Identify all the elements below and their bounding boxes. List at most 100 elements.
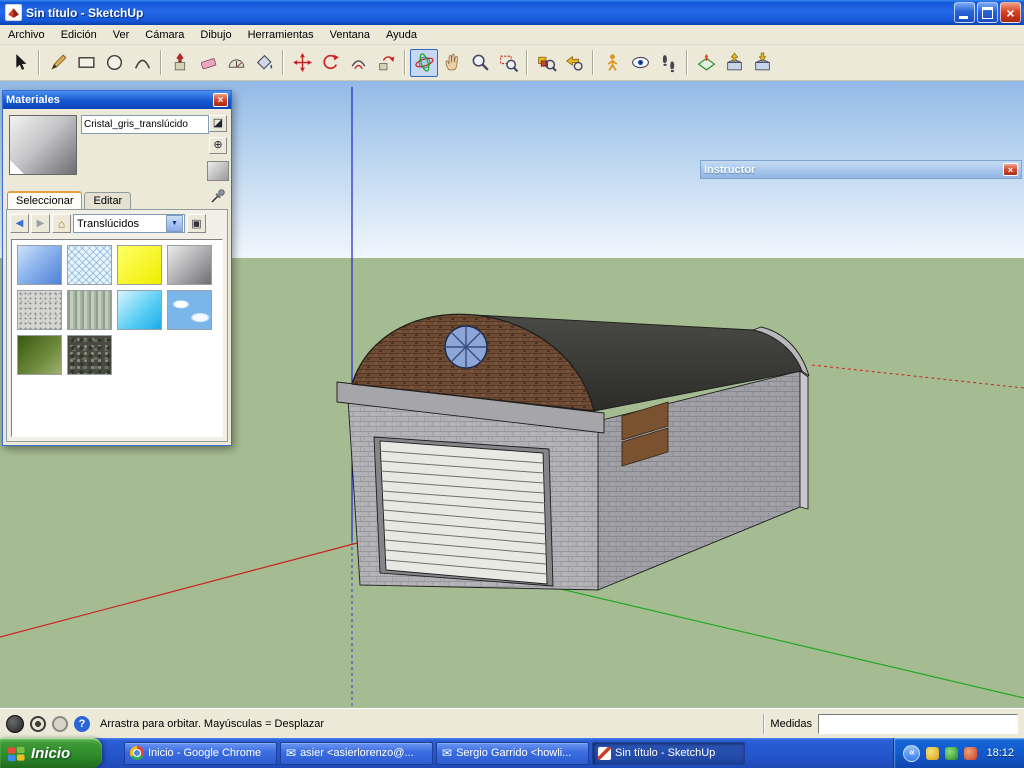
default-material-swatch[interactable] bbox=[207, 161, 229, 181]
push-pull-tool-button[interactable] bbox=[166, 49, 194, 77]
protractor-icon bbox=[226, 52, 247, 73]
section-plane-tool-button[interactable] bbox=[692, 49, 720, 77]
material-swatch-camo-mosaic[interactable] bbox=[67, 335, 112, 375]
hide-icons-chevron[interactable]: « bbox=[903, 745, 920, 762]
menu-dibujo[interactable]: Dibujo bbox=[192, 26, 239, 44]
orbit-icon bbox=[414, 52, 435, 73]
select-icon bbox=[10, 52, 31, 73]
arc-tool-button[interactable] bbox=[128, 49, 156, 77]
taskbar-tasks: Inicio - Google Chrome ✉ asier <asierlor… bbox=[124, 742, 745, 765]
material-swatch-sky-clouds[interactable] bbox=[167, 290, 212, 330]
paint-bucket-tool-button[interactable] bbox=[250, 49, 278, 77]
walk-tool-button[interactable] bbox=[654, 49, 682, 77]
eyedropper-button[interactable] bbox=[209, 187, 227, 207]
material-swatch-translucent-yellow[interactable] bbox=[117, 245, 162, 285]
measurements-box[interactable] bbox=[818, 714, 1018, 734]
materials-navrow: ◀ ▶ ⌂ Translúcidos ▼ ▣ bbox=[10, 214, 206, 233]
instructor-panel[interactable]: Instructor × bbox=[700, 160, 1022, 179]
taskbar-item-chrome[interactable]: Inicio - Google Chrome bbox=[124, 742, 277, 765]
materials-titlebar[interactable]: Materiales × bbox=[3, 91, 231, 109]
collection-dropdown[interactable]: Translúcidos ▼ bbox=[73, 214, 185, 233]
instructor-close-button[interactable]: × bbox=[1003, 163, 1018, 176]
forward-button[interactable]: ▶ bbox=[31, 214, 50, 233]
status-indicator-icon-2[interactable] bbox=[30, 716, 46, 732]
menu-edicion[interactable]: Edición bbox=[53, 26, 105, 44]
sketchup-window: Sin título - SketchUp × Archivo Edición … bbox=[0, 0, 1024, 768]
circle-icon bbox=[104, 52, 125, 73]
start-button[interactable]: Inicio bbox=[0, 738, 102, 768]
rotate-tool-button[interactable] bbox=[316, 49, 344, 77]
status-indicator-icon-3[interactable] bbox=[52, 716, 68, 732]
section-plane-icon bbox=[696, 52, 717, 73]
create-material-button[interactable]: ◪ bbox=[209, 115, 227, 132]
arc-icon bbox=[132, 52, 153, 73]
materials-select-tabpage: ◀ ▶ ⌂ Translúcidos ▼ ▣ bbox=[6, 209, 228, 442]
menu-ayuda[interactable]: Ayuda bbox=[378, 26, 425, 44]
back-button[interactable]: ◀ bbox=[10, 214, 29, 233]
status-indicator-icon-1[interactable] bbox=[6, 715, 24, 733]
start-label: Inicio bbox=[31, 745, 70, 762]
orbit-tool-button[interactable] bbox=[410, 49, 438, 77]
zoom-tool-button[interactable] bbox=[466, 49, 494, 77]
toolbar-separator bbox=[686, 50, 688, 75]
material-swatch-ribbed-green[interactable] bbox=[67, 290, 112, 330]
materials-panel: Materiales × ◪ ⊕ Seleccionar Editar ◀ ▶ … bbox=[2, 90, 232, 446]
pan-tool-button[interactable] bbox=[438, 49, 466, 77]
get-models-tool-button[interactable] bbox=[720, 49, 748, 77]
material-swatch-dark-green[interactable] bbox=[17, 335, 62, 375]
offset-tool-button[interactable] bbox=[344, 49, 372, 77]
toolbar-separator bbox=[592, 50, 594, 75]
previous-view-tool-button[interactable] bbox=[560, 49, 588, 77]
rectangle-icon bbox=[76, 52, 97, 73]
materials-title: Materiales bbox=[6, 94, 60, 106]
material-swatch-translucent-blue[interactable] bbox=[17, 245, 62, 285]
protractor-tool-button[interactable] bbox=[222, 49, 250, 77]
mail-icon: ✉ bbox=[286, 746, 296, 760]
tray-icon-3[interactable] bbox=[964, 747, 977, 760]
menu-ver[interactable]: Ver bbox=[105, 26, 138, 44]
statusbar-hint: Arrastra para orbitar. Mayúsculas = Desp… bbox=[100, 718, 324, 730]
share-models-tool-button[interactable] bbox=[748, 49, 776, 77]
look-around-tool-button[interactable] bbox=[626, 49, 654, 77]
eyedropper-icon bbox=[210, 188, 226, 204]
position-camera-tool-button[interactable] bbox=[598, 49, 626, 77]
taskbar-item-sergio[interactable]: ✉ Sergio Garrido <howli... bbox=[436, 742, 589, 765]
sample-paint-button[interactable]: ⊕ bbox=[209, 137, 227, 154]
material-name-input[interactable] bbox=[81, 115, 209, 134]
menu-herramientas[interactable]: Herramientas bbox=[240, 26, 322, 44]
move-tool-button[interactable] bbox=[288, 49, 316, 77]
material-swatch-translucent-cyan[interactable] bbox=[117, 290, 162, 330]
help-icon[interactable]: ? bbox=[74, 716, 90, 732]
titlebar[interactable]: Sin título - SketchUp × bbox=[0, 0, 1024, 25]
materials-close-button[interactable]: × bbox=[213, 93, 228, 107]
eraser-tool-button[interactable] bbox=[194, 49, 222, 77]
home-button[interactable]: ⌂ bbox=[52, 214, 71, 233]
taskbar-item-asier[interactable]: ✉ asier <asierlorenzo@... bbox=[280, 742, 433, 765]
zoom-extents-tool-button[interactable] bbox=[532, 49, 560, 77]
menu-ventana[interactable]: Ventana bbox=[322, 26, 378, 44]
menu-camara[interactable]: Cámara bbox=[137, 26, 192, 44]
menubar: Archivo Edición Ver Cámara Dibujo Herram… bbox=[0, 25, 1024, 45]
tab-seleccionar[interactable]: Seleccionar bbox=[7, 191, 82, 210]
window-title: Sin título - SketchUp bbox=[26, 6, 954, 20]
line-tool-button[interactable] bbox=[44, 49, 72, 77]
zoom-window-tool-button[interactable] bbox=[494, 49, 522, 77]
taskbar-item-sketchup[interactable]: Sin título - SketchUp bbox=[592, 742, 745, 765]
follow-me-tool-button[interactable] bbox=[372, 49, 400, 77]
material-swatch-frosted-gray[interactable] bbox=[17, 290, 62, 330]
material-swatch-translucent-mesh[interactable] bbox=[67, 245, 112, 285]
tray-icon-2[interactable] bbox=[945, 747, 958, 760]
rectangle-tool-button[interactable] bbox=[72, 49, 100, 77]
maximize-button[interactable] bbox=[977, 2, 998, 23]
dropdown-arrow-icon: ▼ bbox=[166, 215, 183, 232]
menu-archivo[interactable]: Archivo bbox=[0, 26, 53, 44]
close-button[interactable]: × bbox=[1000, 2, 1021, 23]
in-model-button[interactable]: ▣ bbox=[187, 214, 206, 233]
tray-icon-1[interactable] bbox=[926, 747, 939, 760]
minimize-button[interactable] bbox=[954, 2, 975, 23]
select-tool-button[interactable] bbox=[6, 49, 34, 77]
circle-tool-button[interactable] bbox=[100, 49, 128, 77]
material-swatch-translucent-gray[interactable] bbox=[167, 245, 212, 285]
taskbar: Inicio Inicio - Google Chrome ✉ asier <a… bbox=[0, 738, 1024, 768]
toolbar-separator bbox=[160, 50, 162, 75]
